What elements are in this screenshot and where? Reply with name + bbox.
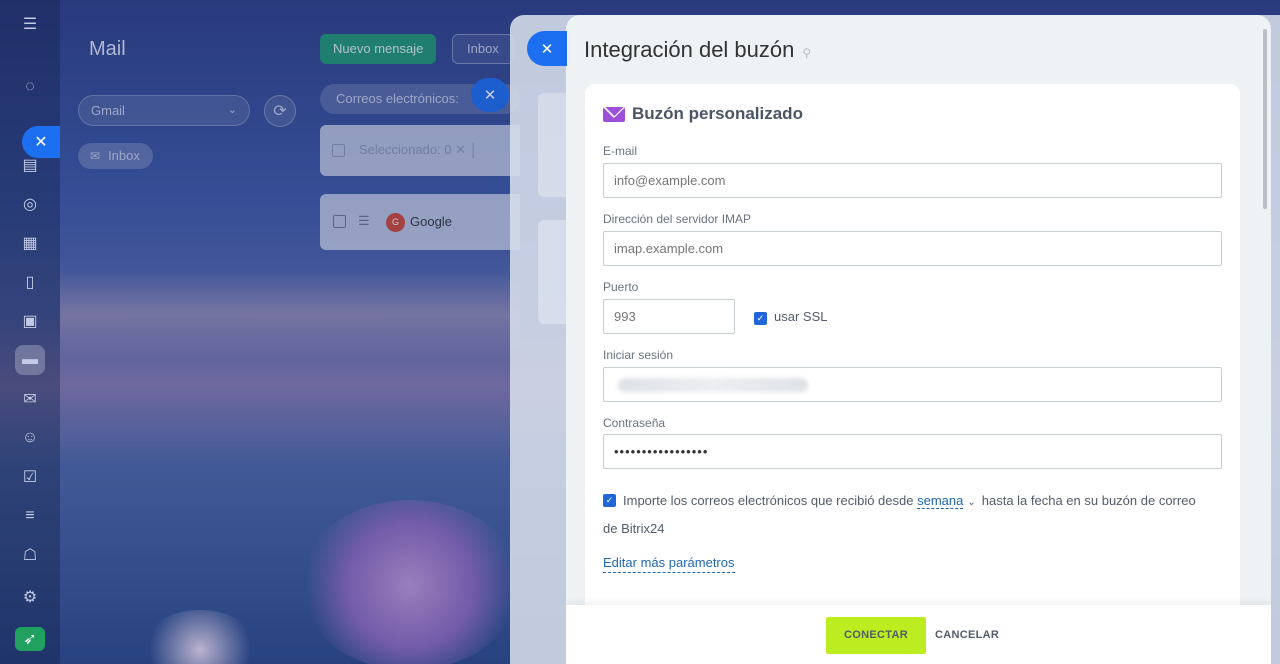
import-period-select[interactable]: semana (917, 493, 964, 509)
mail-icon[interactable]: ✉ (15, 384, 45, 414)
settings-icon[interactable]: ⚙ (15, 582, 45, 612)
footer-bar: CONECTAR CANCELAR (566, 605, 1271, 664)
form-card: Buzón personalizado E-mail Dirección del… (585, 84, 1240, 664)
envelope-icon (603, 106, 625, 122)
port-field[interactable] (603, 299, 735, 334)
slider-title: Integración del buzón ⚲ (584, 37, 811, 63)
filter-icon[interactable]: ≡ (15, 501, 45, 531)
more-params-link[interactable]: Editar más parámetros (603, 555, 735, 573)
card-title-text: Buzón personalizado (632, 104, 803, 123)
email-field[interactable] (603, 163, 1222, 198)
password-label: Contraseña (603, 416, 666, 430)
connect-button[interactable]: CONECTAR (826, 617, 926, 654)
port-label: Puerto (603, 280, 639, 294)
import-text-before: Importe los correos electrónicos que rec… (623, 493, 914, 508)
drive-icon[interactable]: ▬ (15, 345, 45, 375)
left-rail: ☰ ◌ ▤ ◎ ▦ ▯ ▣ ▬ ✉ ☺ ☑ ≡ ☖ ⚙ ➶ (0, 0, 60, 664)
password-value: ••••••••••••••••• (614, 444, 709, 459)
login-field[interactable] (603, 367, 1222, 402)
chevron-down-icon[interactable]: ⌄ (967, 497, 975, 508)
slider-title-text: Integración del buzón (584, 37, 795, 62)
card-title: Buzón personalizado (603, 104, 803, 124)
imap-server-field[interactable] (603, 231, 1222, 266)
imap-label: Dirección del servidor IMAP (603, 212, 752, 226)
cancel-button[interactable]: CANCELAR (935, 617, 999, 654)
mailbox-integration-slider: Integración del buzón ⚲ Buzón personaliza… (566, 15, 1271, 664)
crm-icon[interactable]: ◎ (15, 189, 45, 219)
login-label: Iniciar sesión (603, 348, 674, 362)
feed-icon[interactable]: ◌ (15, 72, 45, 102)
scrollbar[interactable] (1263, 29, 1267, 209)
password-field[interactable]: ••••••••••••••••• (603, 434, 1222, 469)
ssl-label: usar SSL (774, 309, 828, 324)
menu-icon[interactable]: ☰ (15, 9, 45, 39)
contacts-icon[interactable]: ☺ (15, 423, 45, 453)
rocket-icon[interactable]: ➶ (15, 627, 45, 651)
pin-icon[interactable]: ⚲ (802, 46, 811, 60)
docs-icon[interactable]: ▯ (15, 267, 45, 297)
email-label: E-mail (603, 144, 638, 158)
close-slider-button[interactable]: ✕ (527, 31, 567, 66)
calendar-icon[interactable]: ▦ (15, 228, 45, 258)
robot-icon[interactable]: ☖ (15, 540, 45, 570)
import-description: Importe los correos electrónicos que rec… (603, 488, 1203, 542)
redacted-login (618, 378, 808, 392)
rail-close-button[interactable]: ✕ (22, 126, 60, 158)
checklist-icon[interactable]: ☑ (15, 462, 45, 492)
ssl-checkbox[interactable]: ✓ (754, 312, 767, 325)
boards-icon[interactable]: ▣ (15, 306, 45, 336)
